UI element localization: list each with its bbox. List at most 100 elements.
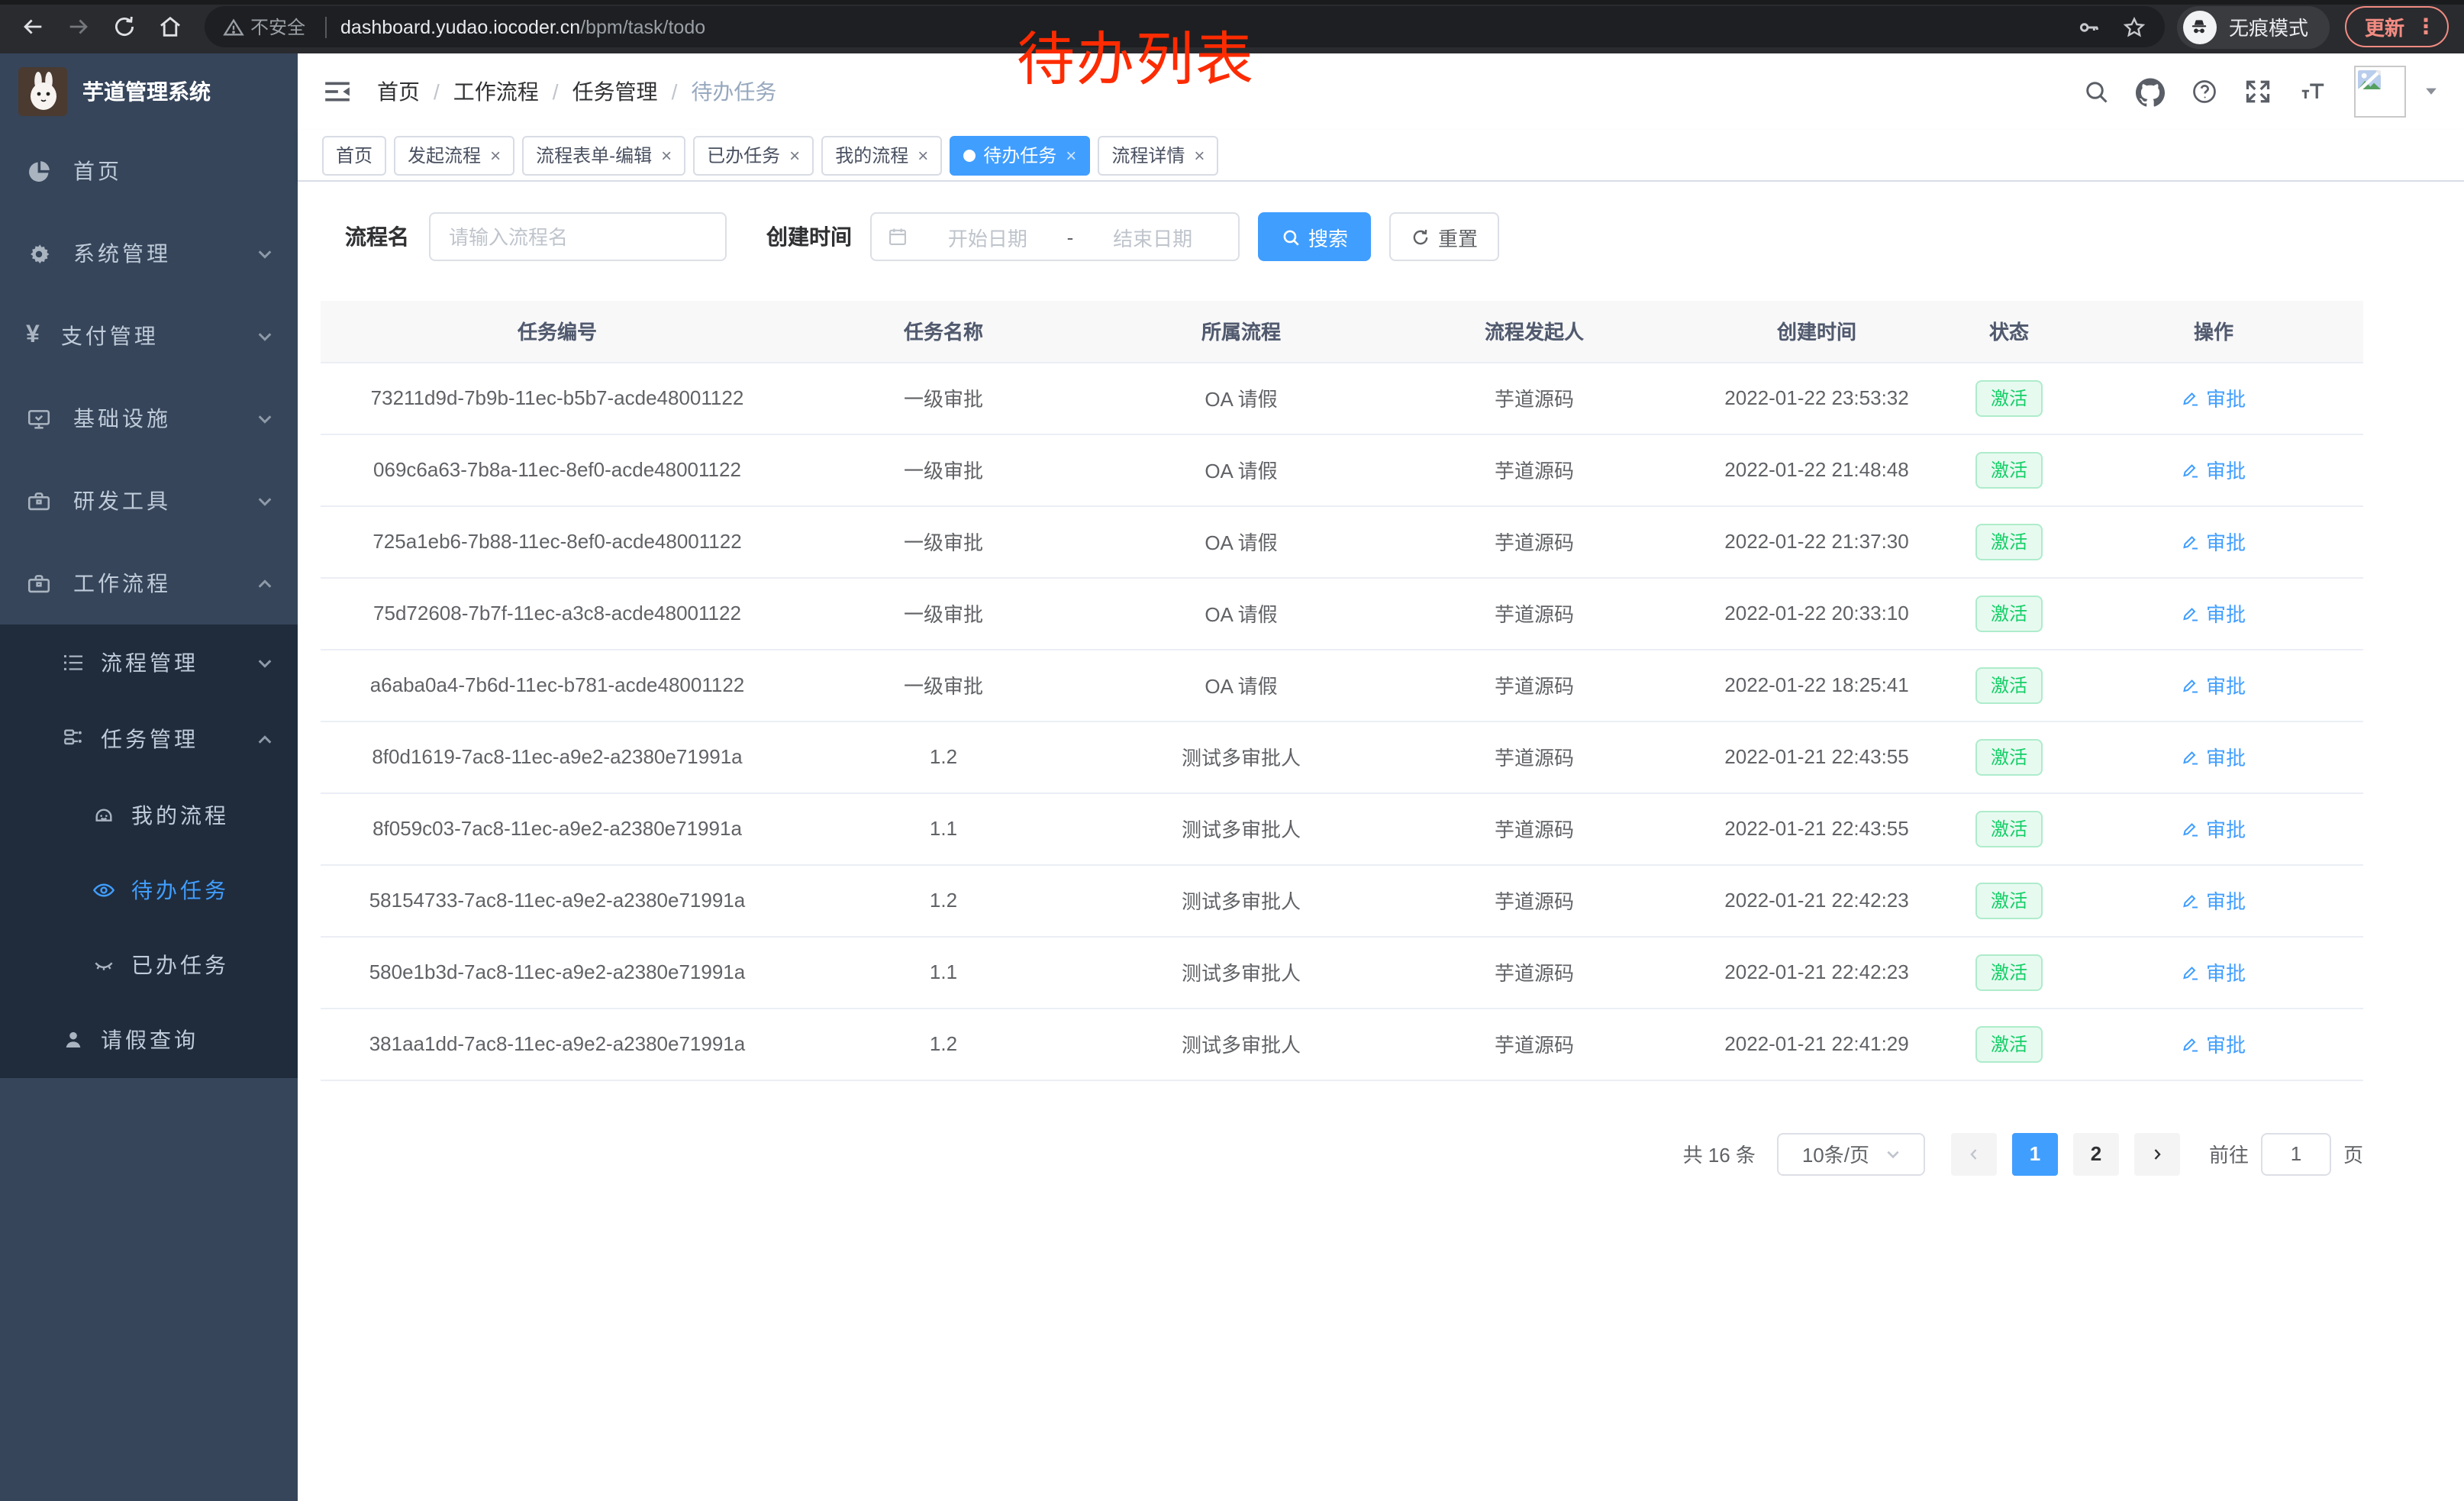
breadcrumb-home[interactable]: 首页 bbox=[377, 76, 420, 107]
tab-start-process[interactable]: 发起流程× bbox=[394, 135, 514, 175]
cell-task-id: 725a1eb6-7b88-11ec-8ef0-acde48001122 bbox=[321, 505, 794, 577]
page-size-select[interactable]: 10条/页 bbox=[1777, 1132, 1925, 1175]
breadcrumb-workflow[interactable]: 工作流程 bbox=[453, 76, 539, 107]
sidebar-item-workflow[interactable]: 工作流程 bbox=[0, 542, 298, 625]
approve-button[interactable]: 审批 bbox=[2182, 455, 2246, 484]
header-help-button[interactable] bbox=[2191, 78, 2218, 105]
tab-close-icon[interactable]: × bbox=[789, 144, 800, 166]
sidebar: 芋道管理系统 首页 系统管理 ¥ 支付管理 基础设施 bbox=[0, 53, 298, 1501]
approve-button[interactable]: 审批 bbox=[2182, 599, 2246, 628]
sidebar-item-system[interactable]: 系统管理 bbox=[0, 212, 298, 295]
avatar-menu-button[interactable] bbox=[2423, 78, 2440, 105]
sidebar-item-devtools[interactable]: 研发工具 bbox=[0, 460, 298, 542]
sidebar-submenu-workflow: 流程管理 任务管理 我的流程 待办任务 已办 bbox=[0, 625, 298, 1078]
update-label: 更新 bbox=[2365, 12, 2404, 41]
header-search-button[interactable] bbox=[2082, 78, 2110, 105]
browser-back-button[interactable] bbox=[14, 8, 50, 45]
browser-update-button[interactable]: 更新 ⋮ bbox=[2345, 6, 2449, 47]
breadcrumb-separator: / bbox=[434, 79, 440, 104]
sidebar-collapse-button[interactable] bbox=[322, 76, 353, 107]
cell-starter: 芋道源码 bbox=[1389, 577, 1679, 649]
sidebar-item-done-tasks[interactable]: 已办任务 bbox=[0, 927, 298, 1002]
browser-reload-button[interactable] bbox=[105, 8, 142, 45]
sidebar-item-process-mgmt[interactable]: 流程管理 bbox=[0, 625, 298, 701]
bookmark-star-button[interactable] bbox=[2122, 15, 2146, 39]
url-path: /bpm/task/todo bbox=[580, 16, 705, 37]
password-key-button[interactable] bbox=[2076, 15, 2101, 39]
prev-page-button[interactable] bbox=[1951, 1132, 1997, 1175]
goto-page-input[interactable] bbox=[2261, 1132, 2331, 1175]
tab-close-icon[interactable]: × bbox=[918, 144, 928, 166]
sidebar-item-my-process[interactable]: 我的流程 bbox=[0, 777, 298, 852]
browser-home-button[interactable] bbox=[151, 8, 188, 45]
sidebar-item-label: 首页 bbox=[73, 156, 273, 186]
approve-button[interactable]: 审批 bbox=[2182, 886, 2246, 915]
cell-task-name: 一级审批 bbox=[794, 505, 1093, 577]
tab-done-tasks[interactable]: 已办任务× bbox=[693, 135, 814, 175]
sidebar-item-home[interactable]: 首页 bbox=[0, 130, 298, 212]
status-badge: 激活 bbox=[1975, 1025, 2043, 1062]
search-button[interactable]: 搜索 bbox=[1258, 212, 1371, 261]
cell-starter: 芋道源码 bbox=[1389, 434, 1679, 505]
sidebar-logo[interactable]: 芋道管理系统 bbox=[0, 53, 298, 130]
chevron-up-icon bbox=[256, 575, 273, 592]
page-button-2[interactable]: 2 bbox=[2073, 1132, 2119, 1175]
col-actions: 操作 bbox=[2064, 301, 2363, 362]
tab-close-icon[interactable]: × bbox=[1066, 144, 1076, 166]
tab-todo-tasks[interactable]: 待办任务× bbox=[950, 135, 1090, 175]
sidebar-item-task-mgmt[interactable]: 任务管理 bbox=[0, 701, 298, 777]
status-badge: 激活 bbox=[1975, 523, 2043, 560]
approve-button[interactable]: 审批 bbox=[2182, 383, 2246, 412]
page-button-1[interactable]: 1 bbox=[2012, 1132, 2058, 1175]
table-row: 8f059c03-7ac8-11ec-a9e2-a2380e71991a1.1测… bbox=[321, 792, 2363, 864]
cell-task-name: 一级审批 bbox=[794, 434, 1093, 505]
sidebar-item-todo-tasks[interactable]: 待办任务 bbox=[0, 852, 298, 927]
list-icon bbox=[61, 650, 85, 675]
tab-my-process[interactable]: 我的流程× bbox=[821, 135, 942, 175]
robot-icon bbox=[92, 802, 116, 827]
tab-form-edit[interactable]: 流程表单-编辑× bbox=[522, 135, 685, 175]
tab-close-icon[interactable]: × bbox=[490, 144, 501, 166]
reset-button[interactable]: 重置 bbox=[1389, 212, 1499, 261]
next-page-button[interactable] bbox=[2134, 1132, 2180, 1175]
approve-button[interactable]: 审批 bbox=[2182, 1029, 2246, 1058]
approve-button[interactable]: 审批 bbox=[2182, 527, 2246, 556]
approve-button[interactable]: 审批 bbox=[2182, 957, 2246, 986]
approve-button[interactable]: 审批 bbox=[2182, 742, 2246, 771]
tab-close-icon[interactable]: × bbox=[661, 144, 672, 166]
sidebar-item-label: 系统管理 bbox=[73, 238, 235, 269]
goto-label: 前往 bbox=[2209, 1139, 2249, 1168]
gear-icon bbox=[26, 240, 52, 266]
tab-close-icon[interactable]: × bbox=[1194, 144, 1205, 166]
sidebar-item-payment[interactable]: ¥ 支付管理 bbox=[0, 295, 298, 377]
avatar[interactable] bbox=[2354, 66, 2406, 118]
sidebar-item-infra[interactable]: 基础设施 bbox=[0, 377, 298, 460]
sidebar-item-label: 基础设施 bbox=[73, 403, 235, 434]
more-vert-icon[interactable]: ⋮ bbox=[2415, 14, 2437, 40]
start-date-placeholder[interactable]: 开始日期 bbox=[918, 222, 1058, 251]
sidebar-item-leave-query[interactable]: 请假查询 bbox=[0, 1002, 298, 1078]
header-font-size-button[interactable] bbox=[2298, 78, 2328, 105]
cell-starter: 芋道源码 bbox=[1389, 864, 1679, 936]
cell-starter: 芋道源码 bbox=[1389, 505, 1679, 577]
browser-forward-button[interactable] bbox=[60, 8, 96, 45]
search-icon bbox=[1281, 227, 1301, 247]
status-badge: 激活 bbox=[1975, 595, 2043, 631]
end-date-placeholder[interactable]: 结束日期 bbox=[1082, 222, 1223, 251]
breadcrumb-task-mgmt[interactable]: 任务管理 bbox=[572, 76, 658, 107]
table-row: 069c6a63-7b8a-11ec-8ef0-acde48001122一级审批… bbox=[321, 434, 2363, 505]
reload-icon bbox=[111, 14, 137, 40]
hamburger-icon bbox=[322, 76, 353, 107]
date-range-picker[interactable]: 开始日期 - 结束日期 bbox=[870, 212, 1240, 261]
chevron-down-icon bbox=[256, 654, 273, 671]
process-name-input[interactable] bbox=[429, 212, 727, 261]
header-fullscreen-button[interactable] bbox=[2244, 78, 2272, 105]
cell-process: OA 请假 bbox=[1093, 577, 1389, 649]
edit-icon bbox=[2182, 532, 2200, 550]
tab-process-detail[interactable]: 流程详情× bbox=[1098, 135, 1218, 175]
approve-button[interactable]: 审批 bbox=[2182, 670, 2246, 699]
header-github-button[interactable] bbox=[2136, 77, 2165, 106]
approve-button[interactable]: 审批 bbox=[2182, 814, 2246, 843]
dashboard-icon bbox=[26, 158, 52, 184]
tab-home[interactable]: 首页 bbox=[322, 135, 386, 175]
